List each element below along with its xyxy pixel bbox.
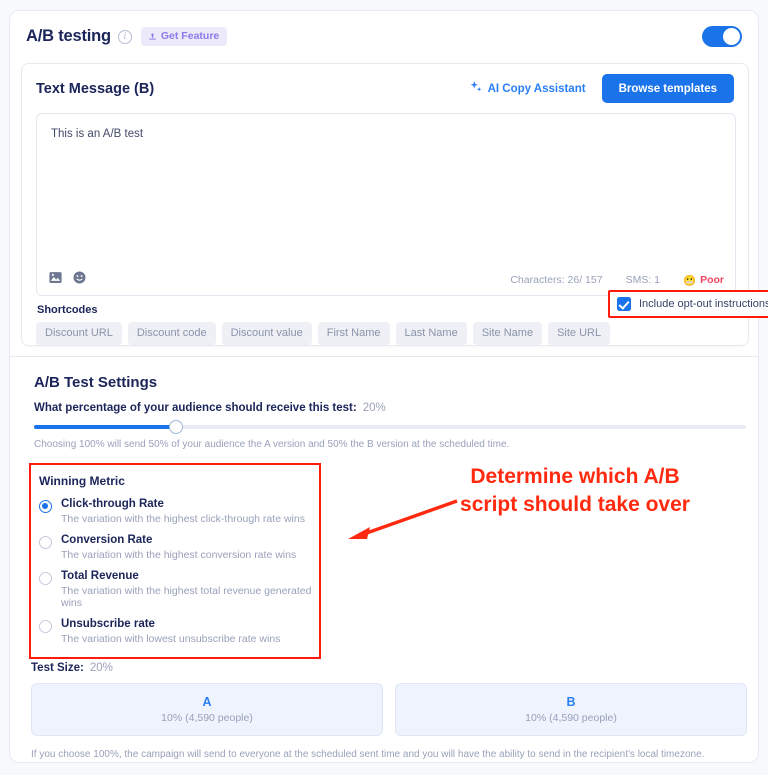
message-body-value: This is an A/B test [51,128,144,140]
variant-letter: A [202,695,212,709]
variant-sub: 10% (4,590 people) [525,712,617,724]
message-title: Text Message (B) [36,80,155,97]
radio-total-revenue[interactable] [39,572,52,585]
page-title: A/B testing [26,27,111,45]
shortcode-chip[interactable]: Discount URL [36,322,122,345]
option-name: Conversion Rate [61,534,153,546]
radio-unsubscribe-rate[interactable] [39,620,52,633]
get-feature-badge[interactable]: Get Feature [140,27,228,46]
footer-note: If you choose 100%, the campaign will se… [31,749,705,760]
ab-testing-toggle[interactable] [702,26,742,47]
slider-handle[interactable] [169,420,184,434]
opt-out-highlight: Include opt-out instructions [608,290,768,318]
info-icon[interactable]: i [117,29,132,44]
shortcode-chip[interactable]: First Name [317,322,390,345]
variant-cards: A 10% (4,590 people) B 10% (4,590 people… [31,683,747,736]
get-feature-label: Get Feature [160,30,220,42]
ai-copy-assistant-label: AI Copy Assistant [487,82,586,95]
message-textarea[interactable]: This is an A/B test [36,113,736,265]
variant-letter: B [566,695,576,709]
winning-metric-group: Winning Metric Click-through Rate The va… [29,463,321,659]
variant-card-a[interactable]: A 10% (4,590 people) [31,683,383,736]
sparkle-icon [469,80,483,97]
option-desc: The variation with the highest total rev… [61,585,312,609]
ab-testing-page: A/B testing i Get Feature Text Message (… [0,0,768,775]
shortcode-chip[interactable]: Discount code [127,322,216,345]
ab-testing-card: A/B testing i Get Feature Text Message (… [9,10,768,763]
option-desc: The variation with the highest conversio… [61,549,297,561]
toggle-knob [723,28,740,45]
radio-conversion-rate[interactable] [39,536,52,549]
audience-percentage-slider[interactable] [34,420,746,434]
sms-count: SMS: 1 [625,274,660,286]
winning-metric-option[interactable]: Total Revenue The variation with the hig… [39,570,319,609]
quality-emoji-icon: 😬 [683,274,697,287]
opt-out-checkbox[interactable] [617,297,631,311]
variant-sub: 10% (4,590 people) [161,712,253,724]
shortcodes-list: Discount URL Discount code Discount valu… [36,322,611,345]
test-size-value: 20% [89,662,113,674]
slider-note: Choosing 100% will send 50% of your audi… [34,439,510,450]
quality-indicator: 😬 Poor [683,274,724,287]
emoji-icon[interactable] [72,270,87,290]
slider-fill [34,425,177,429]
shortcode-chip[interactable]: Site Name [472,322,543,345]
settings-title: A/B Test Settings [34,374,158,391]
audience-percentage-label: What percentage of your audience should … [34,402,357,414]
option-desc: The variation with the highest click-thr… [61,513,305,525]
section-divider [10,356,758,357]
option-name: Click-through Rate [61,498,164,510]
shortcodes-label: Shortcodes [37,304,98,316]
winning-metric-option[interactable]: Conversion Rate The variation with the h… [39,534,319,561]
shortcode-chip[interactable]: Discount value [221,322,312,345]
winning-metric-option[interactable]: Unsubscribe rate The variation with lowe… [39,618,319,645]
quality-label: Poor [700,274,724,286]
option-name: Unsubscribe rate [61,618,155,630]
message-header: Text Message (B) AI Copy Assistant Brows… [22,64,748,113]
browse-templates-button[interactable]: Browse templates [601,74,734,103]
shortcode-chip[interactable]: Last Name [395,322,467,345]
upload-icon [148,32,157,41]
test-size-row: Test Size: 20% [31,662,113,674]
variant-card-b[interactable]: B 10% (4,590 people) [395,683,747,736]
card-header: A/B testing i Get Feature [10,11,758,62]
audience-percentage-value: 20% [362,402,386,414]
radio-click-through-rate[interactable] [39,500,52,513]
winning-metric-option[interactable]: Click-through Rate The variation with th… [39,498,319,525]
winning-metric-title: Winning Metric [39,474,125,488]
option-name: Total Revenue [61,570,139,582]
character-count: Characters: 26/ 157 [510,274,603,286]
image-icon[interactable] [48,270,63,290]
opt-out-label: Include opt-out instructions [639,298,768,310]
option-desc: The variation with lowest unsubscribe ra… [61,633,281,645]
audience-percentage-row: What percentage of your audience should … [34,402,386,414]
annotation-text: Determine which A/B script should take o… [460,465,690,516]
test-size-label: Test Size: [31,662,84,674]
arrow-left-icon [345,499,460,544]
shortcode-chip[interactable]: Site URL [548,322,611,345]
editor-toolbar [48,270,87,290]
ai-copy-assistant-button[interactable]: AI Copy Assistant [469,80,586,97]
text-message-panel: Text Message (B) AI Copy Assistant Brows… [21,63,768,346]
editor-counters: Characters: 26/ 157 SMS: 1 😬 Poor [510,274,724,287]
